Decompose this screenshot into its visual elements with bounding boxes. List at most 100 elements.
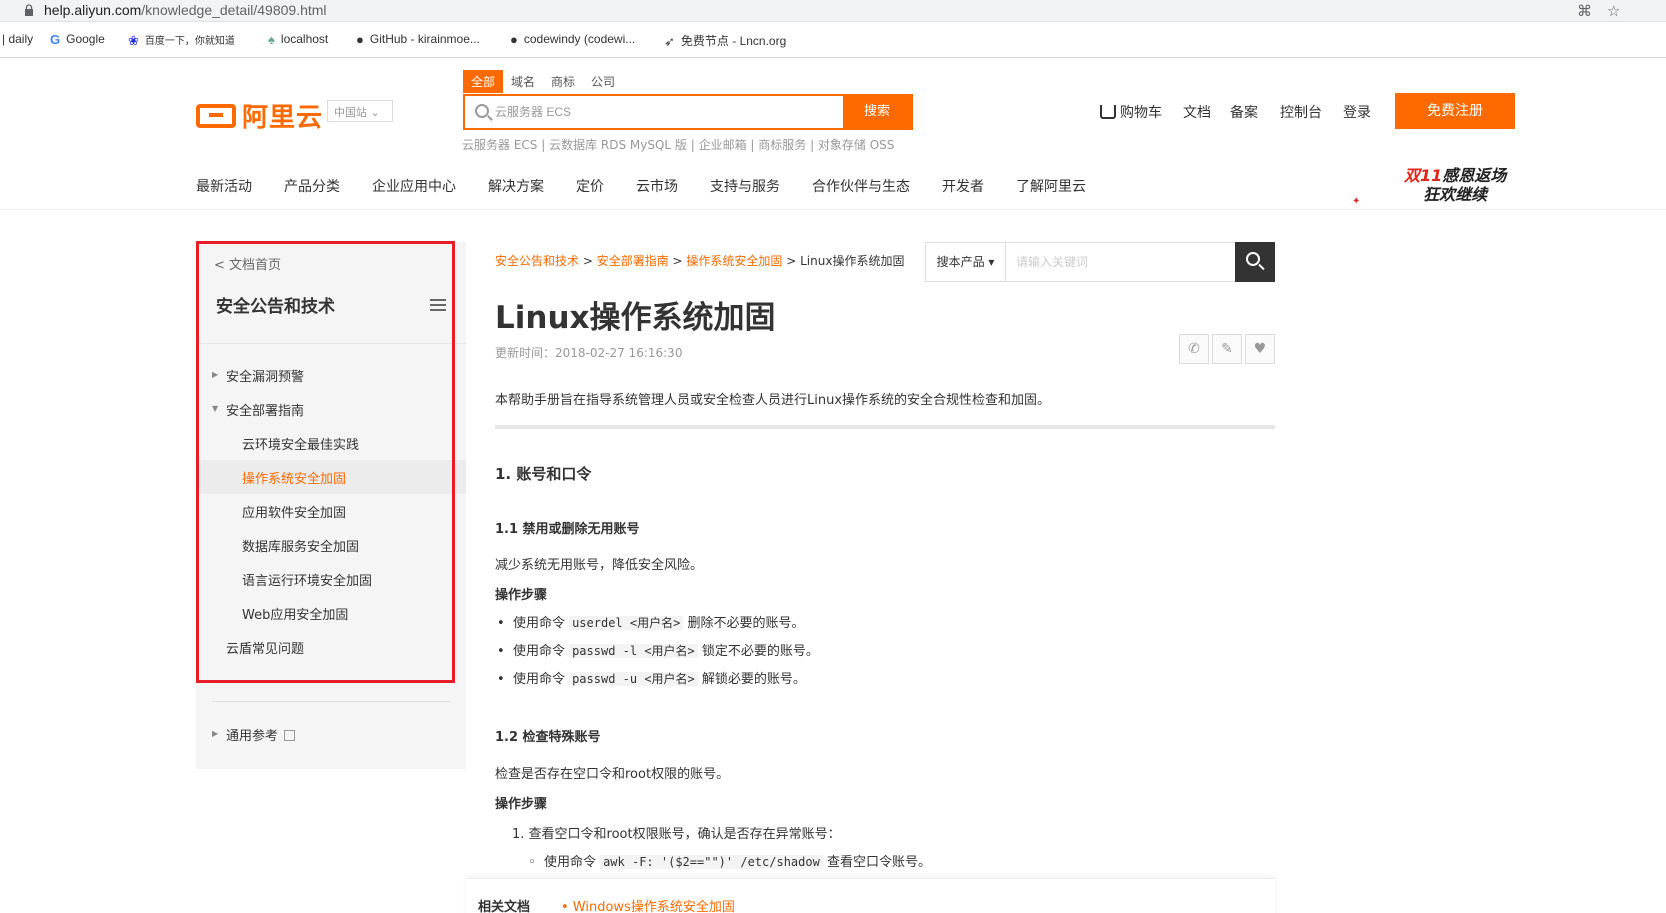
list-text: 使用命令 (543, 855, 601, 870)
site-search: 搜索 (463, 94, 913, 130)
search-tab-domain[interactable]: 域名 (503, 70, 543, 93)
top-link-label: 购物车 (1120, 105, 1162, 121)
nav-solutions[interactable]: 解决方案 (488, 176, 544, 196)
search-tab-company[interactable]: 公司 (583, 70, 623, 93)
top-link-icp[interactable]: 备案 (1230, 102, 1258, 122)
doc-home-link[interactable]: < 文档首页 (214, 254, 281, 273)
top-link-docs[interactable]: 文档 (1183, 102, 1211, 122)
list-text: 使用命令 (512, 644, 570, 659)
sidebar-item-label: 通用参考 (226, 729, 279, 744)
breadcrumb-deploy-guide[interactable]: 安全部署指南 (597, 254, 669, 268)
page-title: Linux操作系统加固 (495, 300, 776, 336)
list-text: 解锁必要的账号。 (697, 672, 806, 687)
search-button[interactable]: 搜索 (843, 96, 911, 128)
sidebar-item-deploy-guide[interactable]: ▼ 安全部署指南 (212, 400, 304, 419)
top-link-cart[interactable]: 购物车 (1100, 102, 1162, 122)
top-link-login[interactable]: 登录 (1343, 102, 1371, 122)
top-link-label: 控制台 (1280, 105, 1322, 121)
sidebar-item-label: 应用软件安全加固 (242, 506, 347, 521)
bookmark-label: GitHub - kirainmoe... (369, 32, 480, 46)
search-scope-label: 搜本产品 (936, 255, 985, 269)
nav-pricing[interactable]: 定价 (576, 176, 604, 196)
doc-search-button[interactable] (1235, 242, 1275, 282)
baidu-icon: ❀ (128, 33, 139, 48)
bookmark-localhost[interactable]: ♠ localhost (268, 32, 328, 47)
sidebar-item-runtime-hardening[interactable]: 语言运行环境安全加固 (242, 570, 372, 589)
bookmark-label: 免费节点 - Lncn.org (680, 34, 787, 48)
related-doc-link[interactable]: • Windows操作系统安全加固 (561, 896, 735, 913)
url-text[interactable]: help.aliyun.com/knowledge_detail/49809.h… (44, 2, 327, 18)
inline-code: passwd -l <用户名> (569, 644, 698, 658)
top-link-console[interactable]: 控制台 (1280, 102, 1322, 122)
nav-products[interactable]: 产品分类 (284, 176, 340, 196)
search-tabs: 全部 域名 商标 公司 (463, 70, 623, 93)
nav-enterprise-apps[interactable]: 企业应用中心 (372, 176, 456, 196)
list-text: 锁定不必要的账号。 (697, 644, 819, 659)
search-icon (475, 104, 489, 118)
bookmarks-bar: | daily G Google ❀ 百度一下，你就知道 ♠ localhost ● G… (0, 22, 1666, 58)
brand-name: 阿里云 (242, 103, 324, 133)
menu-icon[interactable] (430, 299, 446, 311)
star-icon[interactable]: ☆ (1607, 2, 1620, 20)
nav-marketplace[interactable]: 云市场 (636, 176, 678, 196)
bookmark-lncn[interactable]: ➶ 免费节点 - Lncn.org (664, 32, 786, 50)
feedback-icon[interactable]: ✎ (1212, 334, 1242, 364)
bookmark-label: daily (8, 32, 34, 46)
sidebar-item-os-hardening[interactable]: 操作系统安全加固 (242, 468, 346, 487)
caret-right-icon: ▶ (212, 729, 219, 738)
bookmark-codewindy[interactable]: ● codewindy (codewi... (510, 32, 635, 47)
nav-support[interactable]: 支持与服务 (710, 176, 780, 196)
breadcrumb-security[interactable]: 安全公告和技术 (495, 254, 579, 268)
bookmark-google[interactable]: G Google (50, 32, 105, 47)
sidebar-item-app-hardening[interactable]: 应用软件安全加固 (242, 502, 346, 521)
search-tab-trademark[interactable]: 商标 (543, 70, 583, 93)
related-docs-label: 相关文档 (478, 900, 531, 913)
bookmark-daily[interactable]: | daily (2, 32, 33, 46)
region-select[interactable]: 中国站 ⌄ (327, 100, 393, 122)
hot-search-links[interactable]: 云服务器 ECS | 云数据库 RDS MySQL 版 | 企业邮箱 | 商标服… (462, 136, 894, 153)
lock-icon (25, 4, 33, 16)
translate-icon[interactable]: ⌘ (1577, 2, 1592, 20)
bookmark-baidu[interactable]: ❀ 百度一下，你就知道 (128, 32, 235, 49)
nav-developers[interactable]: 开发者 (942, 176, 984, 196)
aliyun-logo[interactable]: 阿里云 (196, 97, 323, 134)
sidebar-item-label: Web应用安全加固 (242, 608, 349, 623)
address-bar[interactable]: help.aliyun.com/knowledge_detail/49809.h… (0, 0, 1666, 22)
top-link-label: 备案 (1230, 105, 1258, 121)
search-scope-select[interactable]: 搜本产品 ▾ (926, 243, 1006, 281)
sidebar-divider-2 (212, 701, 450, 702)
sidebar-item-cloudshield-faq[interactable]: 云盾常见问题 (226, 638, 304, 657)
section-heading: 1. 账号和口令 (495, 465, 592, 483)
search-tab-all[interactable]: 全部 (463, 70, 504, 93)
sidebar-item-cloud-best-practice[interactable]: 云环境安全最佳实践 (242, 434, 359, 453)
sidebar-item-vuln-alerts[interactable]: ▶ 安全漏洞预警 (212, 366, 304, 385)
promo-banner[interactable]: 双11感恩返场 狂欢继续 (1404, 166, 1506, 204)
promo-line1: 双11感恩返场 (1404, 166, 1506, 185)
breadcrumb-os-hardening[interactable]: 操作系统安全加固 (686, 254, 782, 268)
nav-latest-events[interactable]: 最新活动 (196, 176, 252, 196)
promo-highlight: 双11 (1404, 166, 1443, 185)
register-button[interactable]: 免费注册 (1395, 93, 1515, 129)
bookmark-github-kirainmoe[interactable]: ● GitHub - kirainmoe... (356, 32, 480, 47)
bookmark-label: codewindy (codewi... (523, 32, 636, 46)
favorite-heart-icon[interactable]: ♥ (1245, 334, 1275, 364)
list-item: • 使用命令 passwd -u <用户名> 解锁必要的账号。 (497, 672, 806, 687)
sidebar-item-general-ref[interactable]: ▶ 通用参考 (212, 725, 296, 744)
doc-search-input[interactable] (1016, 253, 1216, 271)
bookmark-label: Google (66, 32, 105, 46)
paper-plane-icon: ➶ (664, 34, 675, 49)
sidebar-item-label: 操作系统安全加固 (242, 472, 347, 487)
sidebar-item-db-hardening[interactable]: 数据库服务安全加固 (242, 536, 359, 555)
external-link-icon (284, 730, 296, 741)
subsection-heading: 1.1 禁用或删除无用账号 (495, 522, 640, 537)
paragraph: 检查是否存在空口令和root权限的账号。 (495, 767, 730, 782)
nav-about[interactable]: 了解阿里云 (1016, 176, 1086, 196)
list-text: 使用命令 (512, 672, 570, 687)
sidebar-item-web-hardening[interactable]: Web应用安全加固 (242, 604, 348, 623)
subsection-heading: 1.2 检查特殊账号 (495, 730, 601, 745)
nav-partners[interactable]: 合作伙伴与生态 (812, 176, 910, 196)
site-search-input[interactable] (495, 102, 795, 122)
intro-paragraph: 本帮助手册旨在指导系统管理人员或安全检查人员进行Linux操作系统的安全合规性检… (495, 393, 1051, 408)
sidebar-item-label: 语言运行环境安全加固 (242, 574, 373, 589)
wechat-share-icon[interactable]: ✆ (1179, 334, 1209, 364)
